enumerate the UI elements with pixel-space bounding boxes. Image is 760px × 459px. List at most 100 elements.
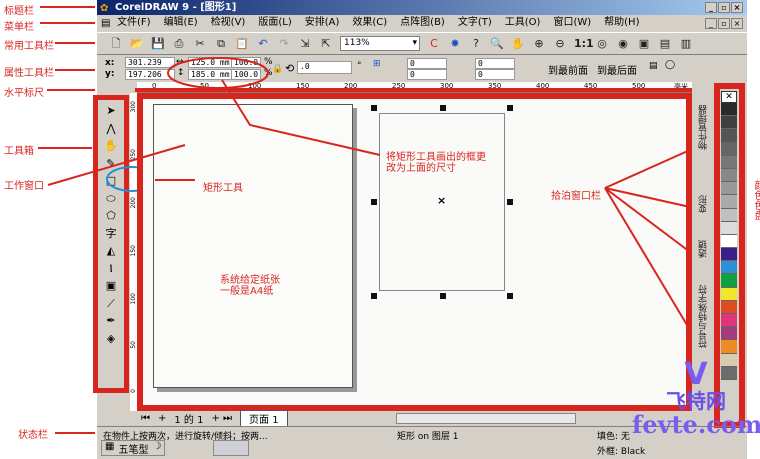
corner-2-input[interactable]: 0 — [407, 69, 447, 80]
doc-minimize-button[interactable]: _ — [705, 18, 717, 29]
corel-online-icon[interactable]: ✸ — [448, 37, 462, 51]
zoom-actual-icon[interactable]: 1:1 — [574, 37, 594, 51]
pick-tool-icon[interactable]: ➤ — [102, 102, 120, 120]
color-swatch[interactable] — [721, 300, 737, 314]
resize-handle[interactable] — [371, 199, 377, 205]
zoom-select[interactable]: 113% ▾ — [340, 36, 420, 51]
minimize-button[interactable]: _ — [705, 2, 717, 13]
outline-icon[interactable]: ◯ — [665, 60, 675, 70]
corner-1-input[interactable]: 0 — [407, 58, 447, 69]
redo-icon[interactable]: ↷ — [277, 37, 291, 51]
color-swatch[interactable] — [721, 116, 737, 130]
polygon-tool-icon[interactable]: ⬠ — [102, 207, 120, 225]
interactive-fill-icon[interactable]: ◭ — [102, 242, 120, 260]
corner-3-input[interactable]: 0 — [475, 58, 515, 69]
fill-bucket-icon[interactable]: ◈ — [102, 330, 120, 348]
color-swatch[interactable] — [721, 155, 737, 169]
text-tool-icon[interactable]: 字 — [102, 225, 120, 243]
close-button[interactable]: × — [731, 2, 743, 13]
menu-bitmaps[interactable]: 点阵图(B) — [400, 15, 445, 31]
zoom-in-icon[interactable]: ⊕ — [532, 37, 546, 51]
rotation-input[interactable]: .0 — [297, 61, 352, 74]
color-swatch[interactable] — [721, 274, 737, 288]
zoom-selected-icon[interactable]: ◎ — [595, 37, 609, 51]
open-icon[interactable]: 📂 — [130, 37, 144, 51]
color-swatch[interactable] — [721, 248, 737, 262]
color-swatch[interactable] — [721, 287, 737, 301]
transparency-tool-icon[interactable]: Ⲓ — [102, 260, 120, 278]
hand-icon[interactable]: ✋ — [511, 37, 525, 51]
color-swatch[interactable] — [721, 182, 737, 196]
zoom-all-icon[interactable]: ◉ — [616, 37, 630, 51]
menu-help[interactable]: 帮助(H) — [604, 15, 639, 31]
color-swatch[interactable] — [721, 261, 737, 275]
resize-handle[interactable] — [440, 105, 446, 111]
color-swatch[interactable] — [721, 129, 737, 143]
resize-handle[interactable] — [440, 293, 446, 299]
color-swatch[interactable] — [721, 340, 737, 354]
outline-pen-icon[interactable]: ✒ — [102, 312, 120, 330]
doc-restore-button[interactable]: ▫ — [718, 18, 730, 29]
zoom-width-icon[interactable]: ▤ — [658, 37, 672, 51]
x-position-input[interactable]: 301.239 — [125, 57, 175, 68]
new-icon[interactable]: 🗋 — [109, 37, 123, 51]
color-swatch[interactable] — [721, 195, 737, 209]
page-tab[interactable]: 页面 1 — [240, 409, 288, 427]
menu-arrange[interactable]: 安排(A) — [305, 15, 340, 31]
resize-handle[interactable] — [507, 105, 513, 111]
color-swatch[interactable] — [721, 234, 737, 249]
horizontal-scrollbar[interactable] — [395, 412, 576, 424]
ellipse-tool-icon[interactable]: ⬭ — [102, 190, 120, 208]
resize-handle[interactable] — [371, 105, 377, 111]
zoom-tool-icon[interactable]: 🔍 — [490, 37, 504, 51]
cut-icon[interactable]: ✂ — [193, 37, 207, 51]
color-swatch[interactable] — [721, 327, 737, 341]
resize-handle[interactable] — [371, 293, 377, 299]
print-icon[interactable]: ⎙ — [172, 37, 186, 51]
color-swatch[interactable] — [721, 103, 737, 117]
whats-this-icon[interactable]: ? — [469, 37, 483, 51]
lock-icon[interactable]: 🔒 — [272, 64, 283, 74]
ime-bar[interactable]: ▦ 五笔型 ☽ — [101, 440, 166, 456]
menu-file[interactable]: 文件(F) — [117, 15, 151, 31]
menu-layout[interactable]: 版面(L) — [258, 15, 291, 31]
menu-edit[interactable]: 编辑(E) — [164, 15, 198, 31]
y-position-input[interactable]: 197.206 — [125, 69, 175, 80]
docker-tab-symbols[interactable]: 符号与特殊字符 — [697, 285, 713, 348]
doc-close-button[interactable]: × — [731, 18, 743, 29]
color-swatch[interactable] — [721, 314, 737, 328]
undo-icon[interactable]: ↶ — [256, 37, 270, 51]
application-launcher-icon[interactable]: C — [427, 37, 441, 51]
to-front-button[interactable]: 到最前面 — [548, 62, 588, 77]
docker-tab-object-manager[interactable]: 物件管理器 — [697, 105, 713, 150]
hand-tool-icon[interactable]: ✋ — [102, 137, 120, 155]
first-page-icon[interactable]: ⏮ — [141, 413, 150, 424]
docker-tab-transform[interactable]: 变形 — [697, 195, 713, 213]
contour-tool-icon[interactable]: ▣ — [102, 277, 120, 295]
resize-handle[interactable] — [507, 199, 513, 205]
color-swatch[interactable] — [721, 168, 737, 183]
menu-tools[interactable]: 工具(O) — [505, 15, 541, 31]
color-swatch[interactable] — [721, 208, 737, 222]
save-icon[interactable]: 💾 — [151, 37, 165, 51]
no-color-swatch[interactable]: ✕ — [721, 91, 737, 103]
color-swatch[interactable] — [721, 142, 737, 156]
copy-icon[interactable]: ⧉ — [214, 37, 228, 51]
corner-4-input[interactable]: 0 — [475, 69, 515, 80]
menu-text[interactable]: 文字(T) — [458, 15, 492, 31]
maximize-button[interactable]: ▫ — [718, 2, 730, 13]
export-icon[interactable]: ⇱ — [319, 37, 333, 51]
menu-window[interactable]: 窗口(W) — [553, 15, 591, 31]
menu-effects[interactable]: 效果(C) — [352, 15, 387, 31]
color-swatch[interactable] — [721, 221, 737, 235]
width-input[interactable]: 125.0 mm — [188, 57, 235, 68]
menu-view[interactable]: 检视(V) — [211, 15, 246, 31]
import-icon[interactable]: ⇲ — [298, 37, 312, 51]
to-back-button[interactable]: 到最后面 — [597, 62, 637, 77]
docker-tab-lens[interactable]: 透镜 — [697, 240, 713, 258]
selected-rectangle[interactable]: × 将矩形工具画出的框更 改为上面的尺寸 — [371, 105, 513, 299]
add-page-icon[interactable]: + — [158, 413, 166, 424]
convert-curves-icon[interactable]: ▤ — [649, 61, 658, 71]
resize-handle[interactable] — [507, 293, 513, 299]
scale-x-input[interactable]: 100.0 — [231, 57, 261, 68]
